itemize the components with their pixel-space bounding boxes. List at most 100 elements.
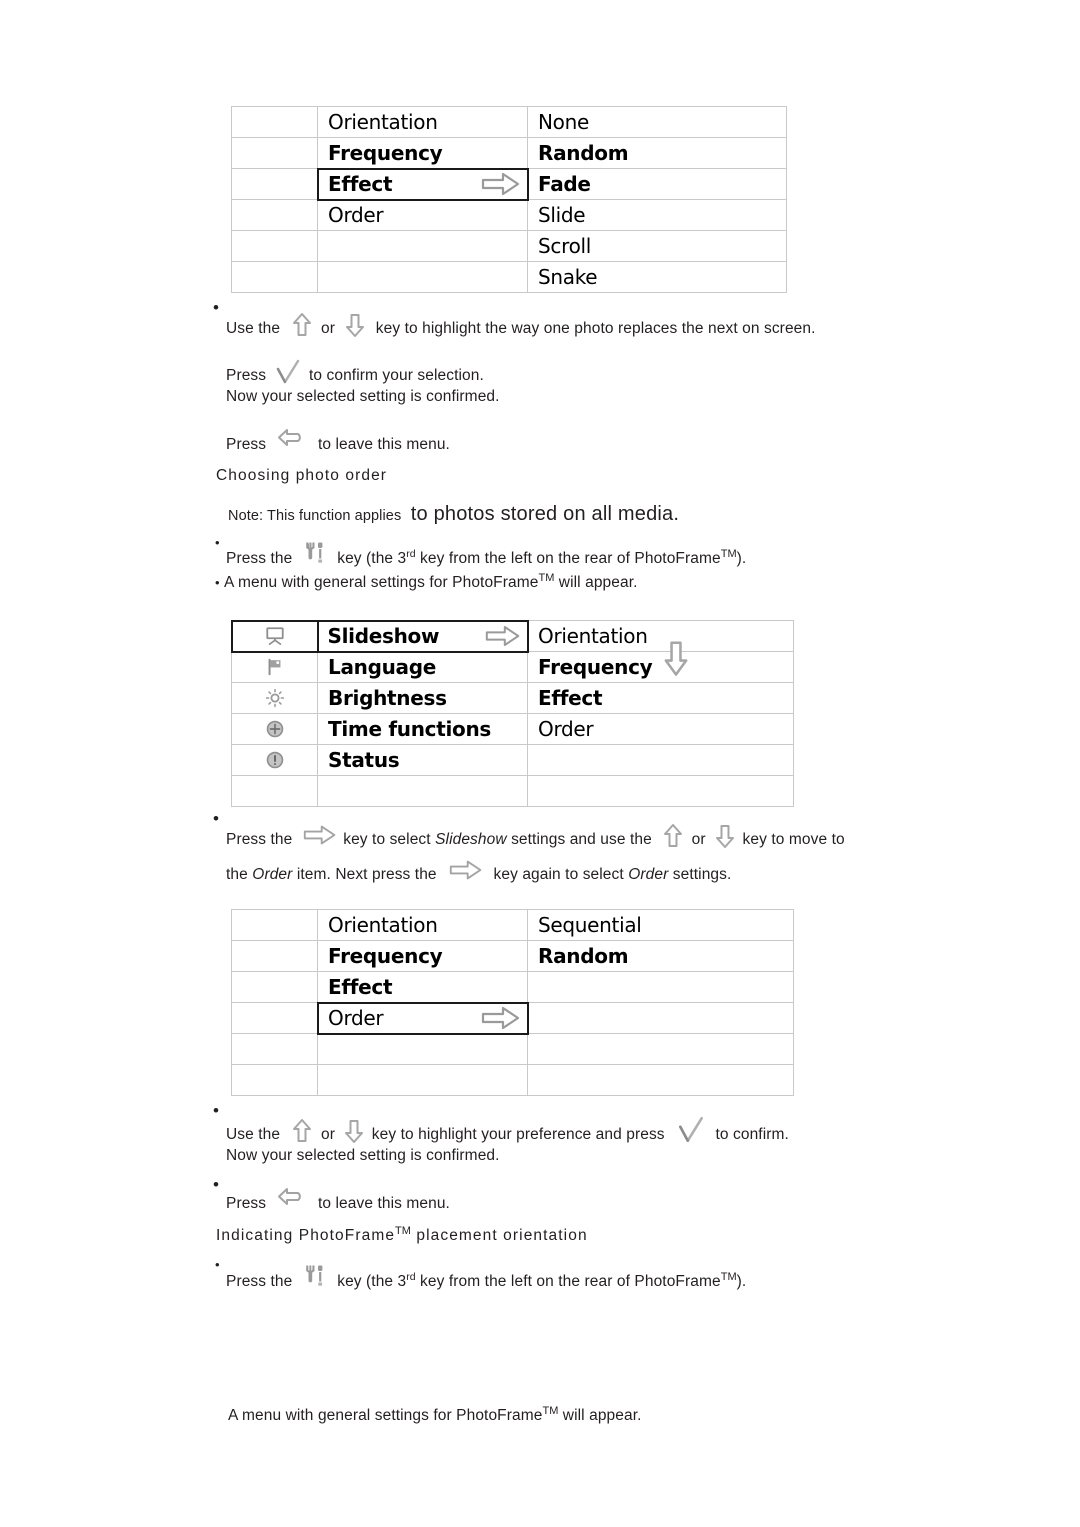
effect-row-2-col1 [231, 168, 318, 200]
order-row-1-col1 [231, 940, 318, 972]
effect-row-5-value[interactable]: Snake [527, 261, 787, 293]
back-arrow-icon [276, 427, 308, 451]
flag-icon [265, 657, 285, 677]
arrow-up-icon [662, 823, 684, 849]
general-row-1-value[interactable]: Frequency [527, 651, 794, 683]
arrow-up-icon [291, 312, 313, 338]
effect-row-2-label-selected[interactable]: Effect [316, 167, 529, 201]
table-row[interactable]: Scroll [231, 230, 787, 262]
order-row-2-value [527, 971, 794, 1003]
slideshow-order-menu[interactable]: Orientation Sequential Frequency Random … [231, 909, 794, 1096]
order-row-1-label[interactable]: Frequency [317, 940, 528, 972]
general-row-1-label[interactable]: Language [317, 651, 528, 683]
effect-row-4-col1 [231, 230, 318, 262]
table-row[interactable]: Order Slide [231, 199, 787, 231]
tools-icon [303, 1264, 327, 1290]
tools-icon [303, 541, 327, 567]
order-row-0-col1 [231, 909, 318, 941]
general-row-0-value[interactable]: Orientation [527, 620, 794, 652]
list-bullet: • [213, 298, 219, 317]
general-row-4-label[interactable]: Status [317, 744, 528, 776]
section-heading-choosing-photo-order: Choosing photo order [216, 467, 388, 484]
cell-label: Effect [328, 975, 393, 999]
general-row-0-label-selected[interactable]: Slideshow [316, 619, 529, 653]
arrow-right-icon [449, 859, 483, 881]
effect-row-4-value[interactable]: Scroll [527, 230, 787, 262]
back-arrow-icon [276, 1186, 308, 1210]
press-confirm-line: Press to confirm your selection. [226, 359, 484, 390]
cell-label: Frequency [328, 944, 443, 968]
table-row [231, 1064, 794, 1096]
arrow-down-icon [662, 638, 690, 678]
general-row-4-icon-cell[interactable] [231, 744, 318, 776]
arrow-right-icon [303, 824, 337, 846]
confirmed-note-line: Now your selected setting is confirmed. [226, 388, 500, 405]
order-row-2-label[interactable]: Effect [317, 971, 528, 1003]
menu-appear-line-1: A menu with general settings for PhotoFr… [224, 572, 638, 592]
general-row-2-icon-cell[interactable] [231, 682, 318, 714]
arrow-up-icon [291, 1118, 313, 1144]
general-row-5-icon-cell [231, 775, 318, 807]
press-leave-line-1: Press to leave this menu. [226, 429, 450, 457]
cell-value: None [538, 110, 589, 134]
trademark-symbol: TM [720, 1270, 737, 1283]
table-row[interactable]: Frequency Random [231, 940, 794, 972]
general-row-0-icon-cell[interactable] [230, 619, 319, 653]
cell-label: Orientation [328, 110, 438, 134]
section-heading-indicating-placement-orientation: Indicating PhotoFrameTM placement orient… [216, 1225, 588, 1245]
effect-row-0-label[interactable]: Orientation [317, 106, 528, 138]
table-row[interactable]: Effect [231, 971, 794, 1003]
general-row-3-label[interactable]: Time functions [317, 713, 528, 745]
order-row-0-label[interactable]: Orientation [317, 909, 528, 941]
general-settings-menu[interactable]: Slideshow Orientation Language Frequency… [230, 619, 794, 807]
effect-row-3-col1 [231, 199, 318, 231]
table-row[interactable]: Time functions Order [231, 713, 794, 745]
preference-instruction-line: Use the or key to highlight your prefere… [226, 1116, 789, 1150]
general-row-3-value[interactable]: Order [527, 713, 794, 745]
table-row[interactable]: Brightness Effect [231, 682, 794, 714]
effect-row-3-value[interactable]: Slide [527, 199, 787, 231]
order-row-5-value [527, 1064, 794, 1096]
effect-row-1-label[interactable]: Frequency [317, 137, 528, 169]
table-row[interactable]: Frequency Random [231, 137, 787, 169]
cell-value: Frequency [538, 655, 653, 679]
order-row-3-label-selected[interactable]: Order [316, 1001, 529, 1035]
arrow-right-icon [481, 171, 521, 197]
trademark-symbol: TM [538, 572, 555, 584]
general-row-2-label[interactable]: Brightness [317, 682, 528, 714]
order-row-4-label [317, 1033, 528, 1065]
cell-value: Orientation [538, 624, 648, 648]
table-row[interactable]: Status [231, 744, 794, 776]
note-line: Note: This function applies to photos st… [228, 503, 680, 525]
emphasis-slideshow: Slideshow [435, 831, 507, 849]
table-row[interactable]: Orientation Sequential [231, 909, 794, 941]
general-row-1-icon-cell[interactable] [231, 651, 318, 683]
order-row-5-label [317, 1064, 528, 1096]
select-slideshow-line-1: Press the key to select Slideshow settin… [226, 824, 845, 853]
cell-value: Fade [538, 172, 591, 196]
table-row[interactable]: Effect Fade [231, 167, 787, 201]
order-row-3-col1 [231, 1002, 318, 1034]
effect-row-0-value[interactable]: None [527, 106, 787, 138]
table-row[interactable]: Slideshow Orientation [230, 619, 794, 653]
general-row-2-value[interactable]: Effect [527, 682, 794, 714]
slideshow-effect-menu[interactable]: Orientation None Frequency Random Effect [231, 106, 787, 293]
order-row-4-value [527, 1033, 794, 1065]
effect-row-1-value[interactable]: Random [527, 137, 787, 169]
general-row-3-icon-cell[interactable] [231, 713, 318, 745]
table-row[interactable]: Order [231, 1001, 794, 1035]
table-row[interactable]: Language Frequency [231, 651, 794, 683]
cell-value: Random [538, 944, 629, 968]
cell-value: Scroll [538, 234, 592, 258]
order-row-2-col1 [231, 971, 318, 1003]
menu-appear-line-2: A menu with general settings for PhotoFr… [228, 1405, 642, 1425]
list-bullet: • [213, 1101, 219, 1120]
order-row-0-value[interactable]: Sequential [527, 909, 794, 941]
effect-row-3-label[interactable]: Order [317, 199, 528, 231]
cell-label: Effect [328, 172, 393, 196]
order-row-1-value[interactable]: Random [527, 940, 794, 972]
effect-row-2-value[interactable]: Fade [527, 168, 787, 200]
table-row[interactable]: Snake [231, 261, 787, 293]
cell-label: Status [328, 748, 400, 772]
table-row[interactable]: Orientation None [231, 106, 787, 138]
